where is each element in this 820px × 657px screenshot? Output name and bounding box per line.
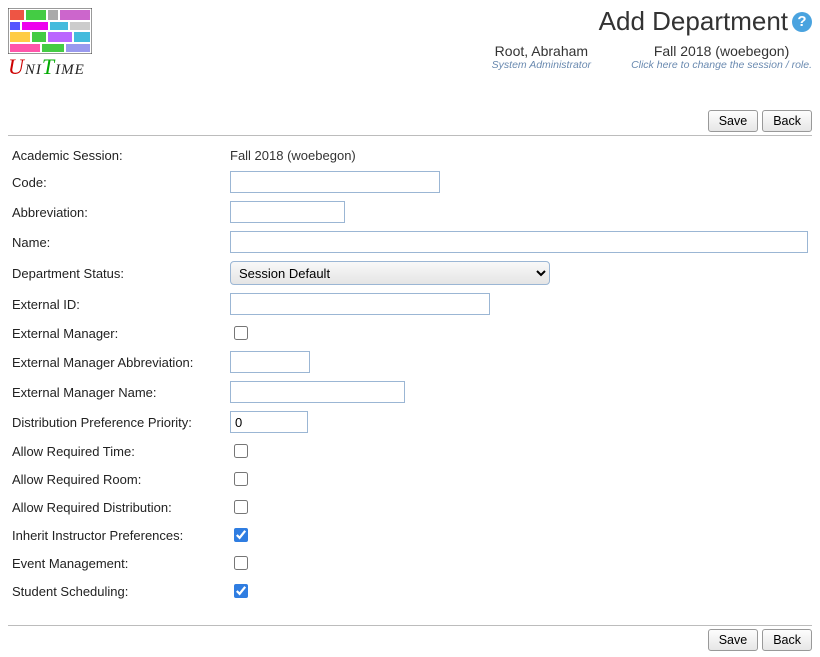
page-header: UniTime Add Department ? Root, Abraham S…	[8, 6, 812, 80]
session-name: Fall 2018 (woebegon)	[631, 43, 812, 59]
code-input[interactable]	[230, 171, 440, 193]
top-toolbar: Save Back	[8, 110, 812, 136]
dept-status-select[interactable]: Session Default	[230, 261, 550, 285]
ext-mgr-abbrev-input[interactable]	[230, 351, 310, 373]
user-name: Root, Abraham	[492, 43, 591, 59]
event-mgmt-checkbox[interactable]	[234, 556, 248, 570]
help-icon[interactable]: ?	[792, 12, 812, 32]
dist-pref-priority-label: Distribution Preference Priority:	[8, 407, 226, 437]
allow-req-time-checkbox[interactable]	[234, 444, 248, 458]
abbreviation-label: Abbreviation:	[8, 197, 226, 227]
dept-status-label: Department Status:	[8, 257, 226, 289]
external-manager-checkbox[interactable]	[234, 326, 248, 340]
logo-text: UniTime	[8, 54, 92, 80]
ext-mgr-name-input[interactable]	[230, 381, 405, 403]
allow-req-room-checkbox[interactable]	[234, 472, 248, 486]
allow-req-room-label: Allow Required Room:	[8, 465, 226, 493]
external-manager-label: External Manager:	[8, 319, 226, 347]
dist-pref-priority-input[interactable]	[230, 411, 308, 433]
academic-session-value: Fall 2018 (woebegon)	[226, 144, 812, 167]
ext-mgr-name-label: External Manager Name:	[8, 377, 226, 407]
allow-req-dist-label: Allow Required Distribution:	[8, 493, 226, 521]
user-info[interactable]: Root, Abraham System Administrator	[492, 43, 591, 71]
name-label: Name:	[8, 227, 226, 257]
session-info: Root, Abraham System Administrator Fall …	[492, 43, 812, 71]
allow-req-time-label: Allow Required Time:	[8, 437, 226, 465]
bottom-toolbar: Save Back	[8, 625, 812, 651]
logo-icon	[8, 8, 92, 54]
code-label: Code:	[8, 167, 226, 197]
inherit-instr-pref-label: Inherit Instructor Preferences:	[8, 521, 226, 549]
inherit-instr-pref-checkbox[interactable]	[234, 528, 248, 542]
name-input[interactable]	[230, 231, 808, 253]
save-button-bottom[interactable]: Save	[708, 629, 759, 651]
department-form: Academic Session: Fall 2018 (woebegon) C…	[8, 144, 812, 605]
ext-mgr-abbrev-label: External Manager Abbreviation:	[8, 347, 226, 377]
student-sched-label: Student Scheduling:	[8, 577, 226, 605]
allow-req-dist-checkbox[interactable]	[234, 500, 248, 514]
student-sched-checkbox[interactable]	[234, 584, 248, 598]
session-selector[interactable]: Fall 2018 (woebegon) Click here to chang…	[631, 43, 812, 71]
change-session-link[interactable]: Click here to change the session / role.	[631, 59, 812, 71]
external-id-input[interactable]	[230, 293, 490, 315]
back-button-bottom[interactable]: Back	[762, 629, 812, 651]
page-title: Add Department ?	[492, 6, 812, 37]
external-id-label: External ID:	[8, 289, 226, 319]
academic-session-label: Academic Session:	[8, 144, 226, 167]
back-button[interactable]: Back	[762, 110, 812, 132]
app-logo[interactable]: UniTime	[8, 6, 92, 80]
abbreviation-input[interactable]	[230, 201, 345, 223]
save-button[interactable]: Save	[708, 110, 759, 132]
user-role: System Administrator	[492, 59, 591, 71]
event-mgmt-label: Event Management:	[8, 549, 226, 577]
